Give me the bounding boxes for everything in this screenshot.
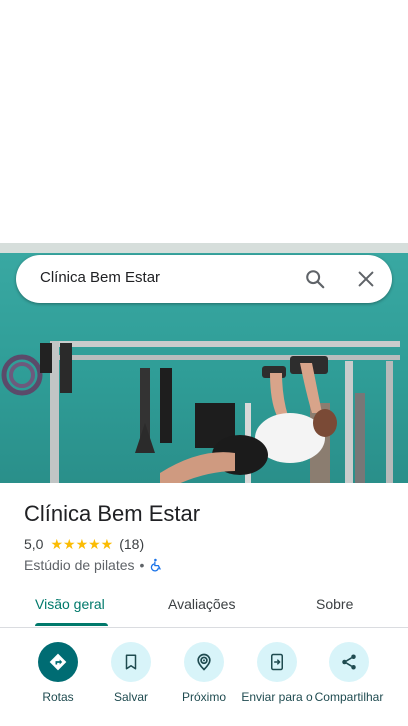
send-to-phone-icon — [271, 653, 283, 671]
tab-reviews[interactable]: Avaliações — [168, 596, 235, 612]
review-count[interactable]: (18) — [119, 536, 144, 552]
map-blank-area — [0, 0, 408, 243]
tab-about[interactable]: Sobre — [316, 596, 353, 612]
share-icon-circle[interactable] — [329, 642, 369, 682]
share-label: Compartilhar — [314, 690, 384, 704]
send-to-phone-icon-circle[interactable] — [257, 642, 297, 682]
send-to-phone-label: Enviar para o — [241, 690, 313, 704]
share-button[interactable]: Compartilhar — [309, 642, 389, 704]
directions-button[interactable]: Rotas — [18, 642, 98, 704]
nearby-button[interactable]: Próximo — [164, 642, 244, 704]
place-tabs: Visão geral Avaliações Sobre — [0, 585, 408, 628]
active-tab-indicator — [35, 623, 108, 626]
nearby-icon-circle[interactable] — [184, 642, 224, 682]
share-icon — [342, 654, 356, 670]
send-to-phone-button[interactable]: Enviar para o — [237, 642, 317, 704]
rating-value: 5,0 — [24, 536, 44, 552]
search-bar[interactable]: Clínica Bem Estar — [16, 255, 392, 303]
category-row: Estúdio de pilates • — [24, 556, 163, 574]
separator-dot: • — [139, 557, 145, 573]
rating-row[interactable]: 5,0 ★★★★★ (18) — [24, 535, 144, 553]
directions-icon-circle[interactable] — [38, 642, 78, 682]
search-input[interactable]: Clínica Bem Estar — [40, 269, 160, 286]
save-label: Salvar — [113, 690, 148, 704]
save-icon-circle[interactable] — [111, 642, 151, 682]
tab-overview[interactable]: Visão geral — [35, 596, 105, 612]
nearby-icon — [197, 653, 211, 671]
search-icon[interactable] — [304, 268, 326, 290]
rating-stars: ★★★★★ — [50, 535, 114, 552]
save-button[interactable]: Salvar — [91, 642, 171, 704]
close-icon[interactable] — [355, 268, 377, 290]
wheelchair-accessible-icon — [151, 558, 162, 572]
nearby-label: Próximo — [181, 690, 226, 704]
directions-label: Rotas — [42, 690, 74, 704]
bookmark-icon — [125, 654, 137, 670]
directions-icon — [49, 653, 67, 671]
place-title: Clínica Bem Estar — [24, 501, 201, 526]
place-category: Estúdio de pilates — [24, 557, 135, 573]
